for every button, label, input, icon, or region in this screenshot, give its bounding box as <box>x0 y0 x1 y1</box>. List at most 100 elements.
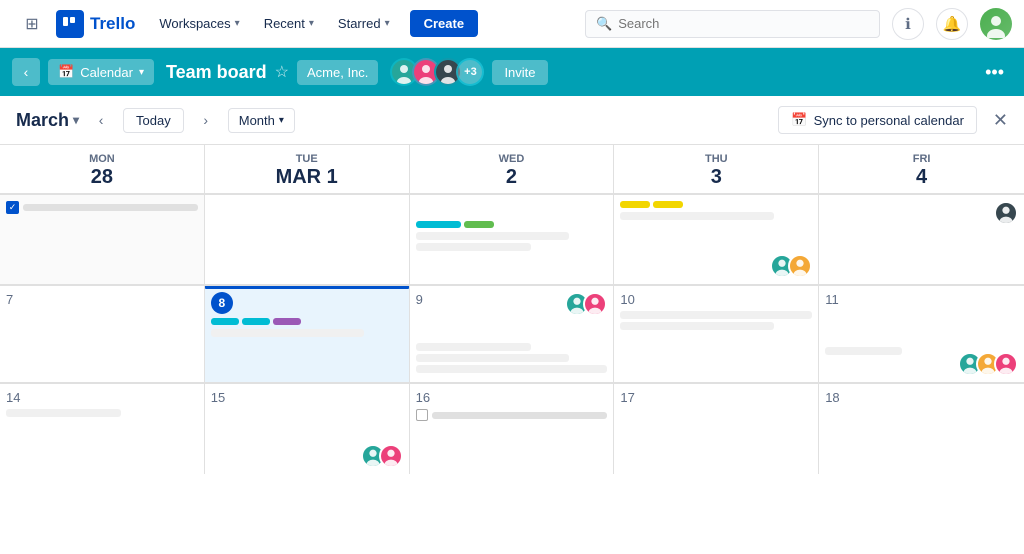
trello-logo-icon <box>56 10 84 38</box>
bars-row <box>620 201 812 208</box>
card-items-wed9 <box>416 343 608 373</box>
calendar-view: March ▾ ‹ Today › Month ▾ 📅 Sync to pers… <box>0 96 1024 554</box>
card-item <box>416 343 531 351</box>
card-item <box>620 322 773 330</box>
notifications-button[interactable]: 🔔 <box>936 8 968 40</box>
checkbox-empty <box>416 409 428 421</box>
card-items-thu10 <box>620 311 812 330</box>
trello-logo: Trello <box>56 10 135 38</box>
calendar-header: March ▾ ‹ Today › Month ▾ 📅 Sync to pers… <box>0 96 1024 145</box>
card-item <box>6 409 121 417</box>
cal-cell-fri11[interactable]: 11 <box>819 286 1024 383</box>
card-items-mon14 <box>6 409 198 417</box>
starred-menu[interactable]: Starred ▾ <box>330 10 398 37</box>
cell-number-today: 8 <box>211 292 403 314</box>
close-calendar-button[interactable]: ✕ <box>993 110 1008 131</box>
cell-number: 16 <box>416 390 608 405</box>
next-month-button[interactable]: › <box>192 106 220 134</box>
star-board-button[interactable]: ☆ <box>275 62 289 82</box>
sync-icon: 📅 <box>791 112 807 128</box>
cal-cell-tue8[interactable]: 8 <box>205 286 410 383</box>
card-item <box>416 354 569 362</box>
card-item <box>416 232 569 240</box>
card-item <box>825 347 902 355</box>
card-with-checkbox-wed16 <box>416 409 608 421</box>
cal-cell-wed16[interactable]: 16 <box>410 384 615 474</box>
card-bars-wed2 <box>416 221 608 251</box>
cell-number: 7 <box>6 292 198 307</box>
search-icon: 🔍 <box>596 16 612 32</box>
avatars-fri4 <box>994 201 1018 225</box>
cell-number: 17 <box>620 390 812 405</box>
day-header-thu: Thu 3 <box>614 145 819 194</box>
cal-cell-wed2[interactable] <box>410 195 615 285</box>
card-line <box>23 204 198 211</box>
green-bar <box>464 221 494 228</box>
info-button[interactable]: ℹ <box>892 8 924 40</box>
search-bar[interactable]: 🔍 <box>585 10 880 38</box>
cal-cell-mon7[interactable]: 7 <box>0 286 205 383</box>
week-row-3: 14 15 16 1 <box>0 384 1024 474</box>
cal-cell-fri4[interactable] <box>819 195 1024 285</box>
view-chevron-icon: ▾ <box>279 115 284 126</box>
member-avatars: +3 <box>390 58 484 86</box>
day-headers: Mon 28 Tue Mar 1 Wed 2 Thu 3 Fri 4 <box>0 145 1024 195</box>
cal-cell-tue15[interactable]: 15 <box>205 384 410 474</box>
calendar-chevron-icon: ▾ <box>139 67 144 78</box>
cal-cell-thu3[interactable] <box>614 195 819 285</box>
cal-cell-thu10[interactable]: 10 <box>614 286 819 383</box>
more-options-button[interactable]: ••• <box>977 58 1012 87</box>
cell-avatar-tue15-2 <box>379 444 403 468</box>
cell-avatar-wed9-2 <box>583 292 607 316</box>
week-row-1: ✓ <box>0 195 1024 286</box>
month-dropdown-icon: ▾ <box>73 113 79 127</box>
checkbox-checked: ✓ <box>6 201 19 214</box>
collapse-sidebar-button[interactable]: ‹ <box>12 58 40 86</box>
card-bars-thu3 <box>620 201 812 220</box>
yellow-bar <box>620 201 650 208</box>
top-navigation: ⊞ Trello Workspaces ▾ Recent ▾ Starred ▾… <box>0 0 1024 48</box>
card-item <box>620 311 812 319</box>
week-row-2: 7 8 9 <box>0 286 1024 384</box>
invite-button[interactable]: Invite <box>492 60 547 85</box>
workspaces-menu[interactable]: Workspaces ▾ <box>151 10 247 37</box>
calendar-view-button[interactable]: 📅 Calendar ▾ <box>48 59 154 85</box>
cal-cell-fri18[interactable]: 18 <box>819 384 1024 474</box>
cal-cell-thu17[interactable]: 17 <box>614 384 819 474</box>
prev-month-button[interactable]: ‹ <box>87 106 115 134</box>
cal-cell-wed9[interactable]: 9 <box>410 286 615 383</box>
today-button[interactable]: Today <box>123 108 184 133</box>
member-count-badge[interactable]: +3 <box>456 58 484 86</box>
cell-number: 11 <box>825 292 1018 307</box>
yellow-bar2 <box>653 201 683 208</box>
today-indicator <box>205 286 409 289</box>
cal-cell-tue1[interactable] <box>205 195 410 285</box>
create-button[interactable]: Create <box>410 10 478 37</box>
card-item <box>416 243 531 251</box>
card-line <box>432 412 608 419</box>
sync-calendar-button[interactable]: 📅 Sync to personal calendar <box>778 106 977 134</box>
cell-number: 14 <box>6 390 198 405</box>
month-title: March ▾ <box>16 110 79 131</box>
card-item <box>620 212 773 220</box>
avatars-wed9 <box>565 292 607 316</box>
cell-avatar-fri4 <box>994 201 1018 225</box>
view-selector[interactable]: Month ▾ <box>228 108 295 133</box>
cal-cell-mon14[interactable]: 14 <box>0 384 205 474</box>
cell-avatar-fri11-3 <box>994 352 1018 376</box>
blue-bar2 <box>242 318 270 325</box>
search-input[interactable] <box>618 16 869 31</box>
user-avatar[interactable] <box>980 8 1012 40</box>
grid-menu-button[interactable]: ⊞ <box>16 8 48 40</box>
day-header-mon: Mon 28 <box>0 145 205 194</box>
blue-bar <box>211 318 239 325</box>
recent-menu[interactable]: Recent ▾ <box>256 10 322 37</box>
avatars-tue15 <box>361 444 403 468</box>
day-header-tue: Tue Mar 1 <box>205 145 410 194</box>
trello-logo-text: Trello <box>90 14 135 34</box>
cell-number: 18 <box>825 390 1018 405</box>
workspace-button[interactable]: Acme, Inc. <box>297 60 378 85</box>
cal-cell-mon28[interactable]: ✓ <box>0 195 205 285</box>
bars-row <box>416 221 608 228</box>
blue-bar <box>416 221 461 228</box>
